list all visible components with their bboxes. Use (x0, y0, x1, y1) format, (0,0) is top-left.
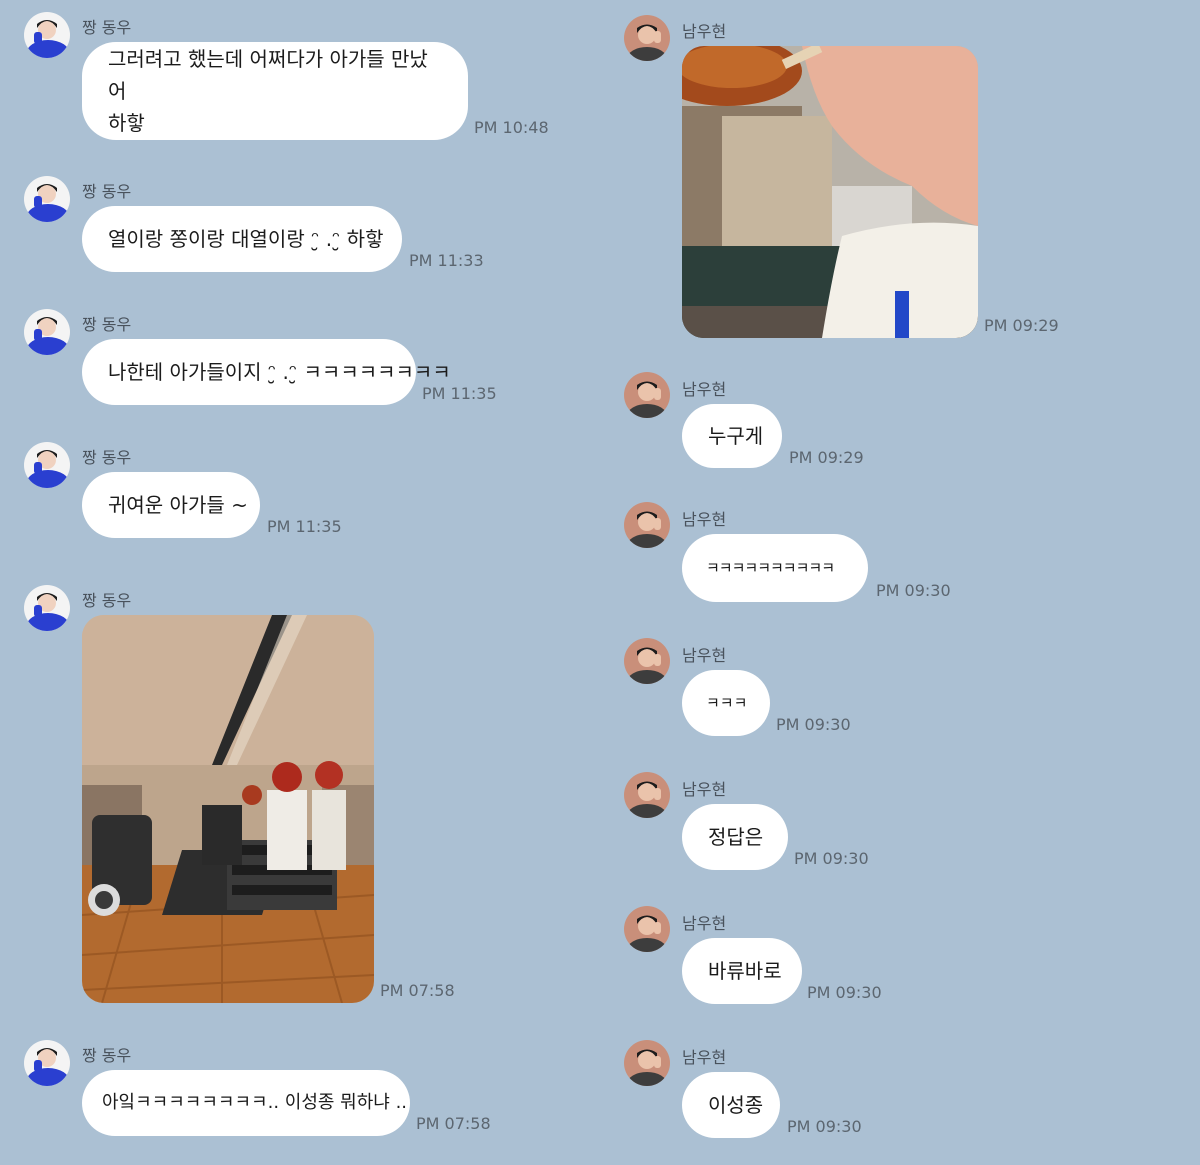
message-bubble[interactable]: 누구게 (682, 404, 782, 468)
message-timestamp: PM 07:58 (416, 1114, 491, 1133)
message-timestamp: PM 09:29 (789, 448, 864, 467)
message-text: 이성종 (708, 1093, 764, 1117)
message-timestamp: PM 07:58 (380, 981, 455, 1000)
sender-name: 남우현 (682, 1048, 727, 1067)
message-text: 아잌ㅋㅋㅋㅋㅋㅋㅋㅋ.. 이성종 뭐하냐 .. (102, 1092, 408, 1113)
message-timestamp: PM 09:30 (794, 849, 869, 868)
message-timestamp: PM 09:30 (876, 581, 951, 600)
avatar[interactable] (24, 1040, 70, 1086)
message-bubble[interactable]: 정답은 (682, 804, 788, 870)
message-bubble[interactable]: 아잌ㅋㅋㅋㅋㅋㅋㅋㅋ.. 이성종 뭐하냐 .. (82, 1070, 410, 1136)
sender-name: 남우현 (682, 646, 727, 665)
avatar[interactable] (24, 442, 70, 488)
message-timestamp: PM 11:33 (409, 251, 484, 270)
avatar[interactable] (624, 906, 670, 952)
food-closeup-photo[interactable] (682, 46, 978, 338)
avatar[interactable] (24, 176, 70, 222)
message-timestamp: PM 09:29 (984, 316, 1059, 335)
message-timestamp: PM 11:35 (267, 517, 342, 536)
avatar[interactable] (624, 502, 670, 548)
message-text: 열이랑 쫑이랑 대열이랑 ᵔ̮ .ᵔ̮ 하핳 (108, 227, 384, 251)
message-bubble[interactable]: ㅋㅋㅋㅋㅋㅋㅋㅋㅋㅋ (682, 534, 868, 602)
sender-name: 남우현 (682, 510, 727, 529)
message-bubble[interactable]: 그러려고 했는데 어쩌다가 아가들 만났어 하핳 (82, 42, 468, 140)
message-text: ㅋㅋㅋㅋㅋㅋㅋㅋㅋㅋ (706, 559, 835, 577)
sender-name: 짱 동우 (82, 1046, 132, 1065)
message-bubble[interactable]: ㅋㅋㅋ (682, 670, 770, 736)
message-bubble[interactable]: 바류바로 (682, 938, 802, 1004)
message-bubble[interactable]: 귀여운 아가들 ~ (82, 472, 260, 538)
message-bubble[interactable]: 나한테 아가들이지 ᵔ̮ .ᵔ̮ ㅋㅋㅋㅋㅋㅋㅋㅋ (82, 339, 451, 405)
avatar[interactable] (624, 1040, 670, 1086)
avatar[interactable] (624, 772, 670, 818)
message-timestamp: PM 09:30 (787, 1117, 862, 1136)
sender-name: 짱 동우 (82, 448, 132, 467)
message-timestamp: PM 09:30 (776, 715, 851, 734)
message-text: 누구게 (708, 424, 764, 448)
sender-name: 짱 동우 (82, 18, 132, 37)
avatar[interactable] (24, 585, 70, 631)
avatar[interactable] (624, 15, 670, 61)
avatar[interactable] (624, 372, 670, 418)
avatar[interactable] (24, 12, 70, 58)
message-bubble[interactable]: 이성종 (682, 1072, 780, 1138)
message-timestamp: PM 11:35 (422, 384, 497, 403)
sender-name: 짱 동우 (82, 315, 132, 334)
message-text: 바류바로 (708, 959, 782, 983)
message-timestamp: PM 09:30 (807, 983, 882, 1002)
message-text: 나한테 아가들이지 ᵔ̮ .ᵔ̮ ㅋㅋㅋㅋㅋㅋㅋㅋ (108, 360, 451, 384)
message-text: ㅋㅋㅋ (706, 694, 748, 712)
sender-name: 짱 동우 (82, 182, 132, 201)
sender-name: 남우현 (682, 22, 727, 41)
message-text-line: 그러려고 했는데 어쩌다가 아가들 만났어 (108, 47, 428, 103)
message-timestamp: PM 10:48 (474, 118, 549, 137)
message-text: 귀여운 아가들 ~ (108, 493, 248, 517)
sender-name: 남우현 (682, 380, 727, 399)
message-text: 정답은 (708, 825, 764, 849)
message-text-line: 하핳 (108, 111, 145, 135)
avatar[interactable] (24, 309, 70, 355)
sender-name: 남우현 (682, 914, 727, 933)
message-bubble[interactable]: 열이랑 쫑이랑 대열이랑 ᵔ̮ .ᵔ̮ 하핳 (82, 206, 402, 272)
gym-photo[interactable] (82, 615, 374, 1003)
avatar[interactable] (624, 638, 670, 684)
sender-name: 짱 동우 (82, 591, 132, 610)
sender-name: 남우현 (682, 780, 727, 799)
